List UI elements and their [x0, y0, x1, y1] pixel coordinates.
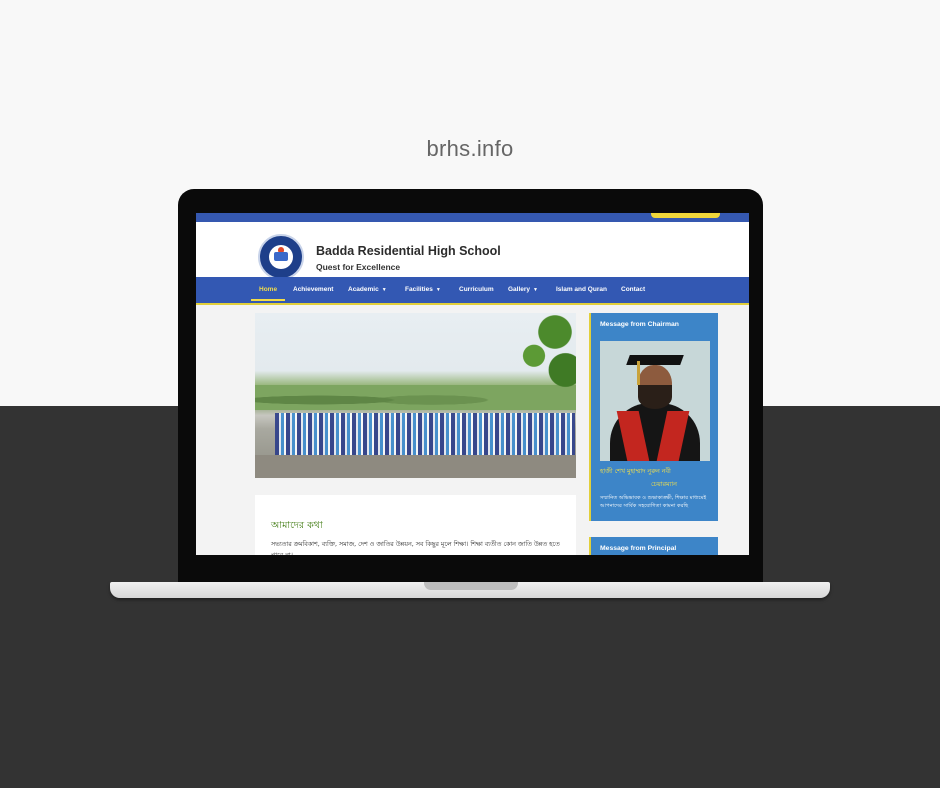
nav-item-achievement[interactable]: Achievement — [293, 286, 333, 293]
chevron-down-icon: ▼ — [381, 287, 387, 293]
chairman-widget-title: Message from Chairman — [600, 321, 679, 328]
graduation-cap-icon — [626, 355, 684, 365]
slide-leaves — [506, 313, 576, 408]
slider-dots — [398, 469, 428, 473]
nav-item-gallery[interactable]: Gallery ▼ — [508, 286, 538, 293]
photo-beard — [638, 385, 672, 409]
principal-widget: Message from Principal — [589, 537, 718, 555]
site-header: Badda Residential High School Quest for … — [196, 222, 749, 280]
site-title[interactable]: Badda Residential High School — [316, 244, 501, 258]
principal-widget-title: Message from Principal — [600, 545, 677, 552]
hero-slider[interactable] — [255, 313, 576, 478]
nav-item-contact[interactable]: Contact — [621, 286, 645, 293]
nav-active-underline — [251, 299, 285, 301]
nav-item-facilities[interactable]: Facilities ▼ — [405, 286, 441, 293]
school-logo[interactable] — [258, 234, 304, 280]
domain-caption: brhs.info — [426, 136, 514, 161]
about-card: আমাদের কথা সভ্যতার ক্রমবিকাশ, ব্যক্তি, স… — [255, 495, 576, 555]
photo-tassel — [637, 361, 640, 385]
nav-item-islam-and-quran[interactable]: Islam and Quran — [556, 286, 607, 293]
chairman-role: চেয়ারম্যান — [651, 481, 677, 488]
nav-item-academic[interactable]: Academic ▼ — [348, 286, 387, 293]
about-title: আমাদের কথা — [271, 520, 323, 531]
chevron-down-icon: ▼ — [533, 287, 538, 293]
top-action-button[interactable] — [651, 213, 720, 218]
slide-students-group — [275, 413, 575, 455]
chevron-down-icon: ▼ — [435, 287, 441, 293]
page-content: আমাদের কথা সভ্যতার ক্রমবিকাশ, ব্যক্তি, স… — [196, 305, 749, 555]
chairman-widget: Message from Chairman হাজী শেখ মুহাম্মাদ… — [589, 313, 718, 521]
logo-book-icon — [274, 252, 288, 261]
chairman-name: হাজী শেখ মুহাম্মাদ নুরুন নবী — [600, 468, 671, 475]
chairman-message: সম্মানিত অভিভাবক ও শুভাকাঙ্ক্ষী, শিক্ষার… — [600, 495, 707, 509]
logo-emblem — [269, 245, 293, 269]
site-tagline: Quest for Excellence — [316, 262, 401, 272]
nav-item-facilities-label: Facilities — [405, 286, 433, 293]
slide-ground — [255, 455, 576, 478]
main-nav: Home Achievement Academic ▼ Facilities ▼ C… — [196, 277, 749, 305]
chairman-photo — [600, 341, 710, 461]
about-text: সভ্যতার ক্রমবিকাশ, ব্যক্তি, সমাজ, দেশ ও … — [271, 541, 560, 555]
laptop-screen: Badda Residential High School Quest for … — [196, 213, 749, 555]
nav-item-home[interactable]: Home — [259, 286, 277, 293]
nav-item-curriculum[interactable]: Curriculum — [459, 286, 494, 293]
laptop-notch — [424, 582, 518, 590]
nav-item-gallery-label: Gallery — [508, 286, 531, 293]
nav-item-academic-label: Academic — [348, 286, 379, 293]
